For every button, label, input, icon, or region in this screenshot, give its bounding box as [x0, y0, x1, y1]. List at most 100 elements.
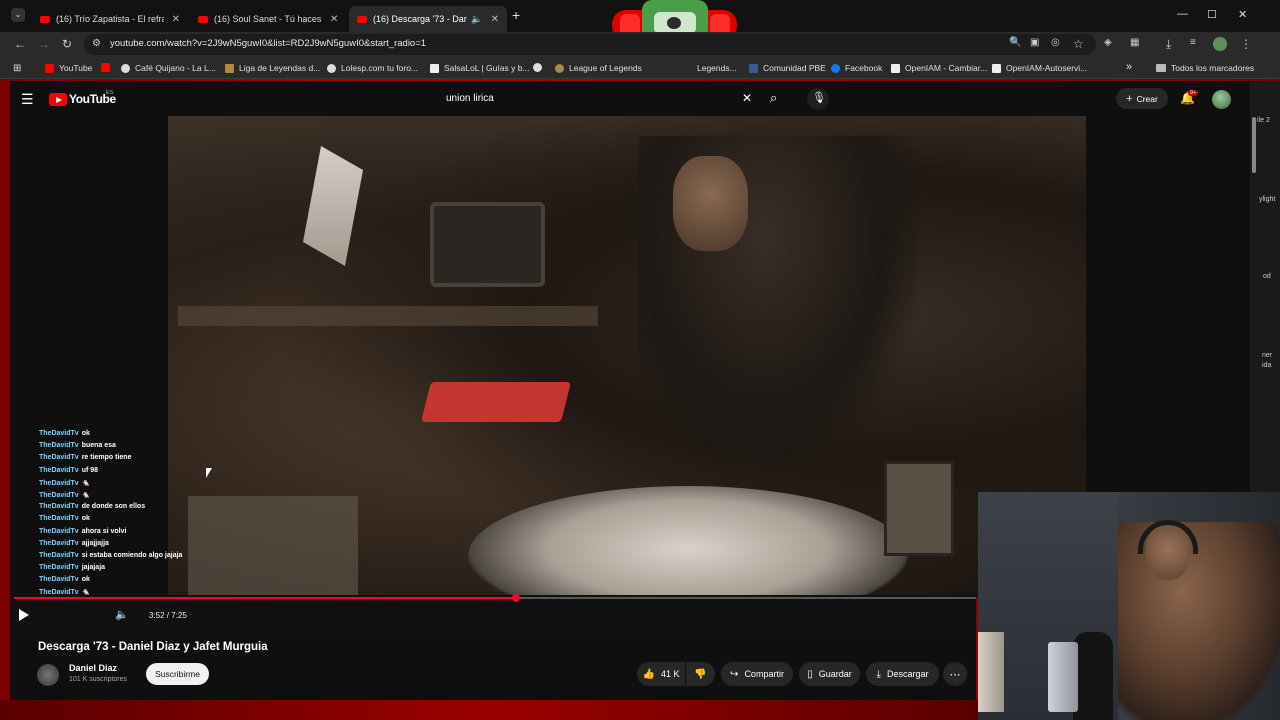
bookmark-lolesp[interactable]: Lolesp.com tu foro... — [327, 63, 418, 73]
more-actions-button[interactable]: ⋯ — [943, 662, 967, 686]
bookmark-youtube-2[interactable] — [101, 63, 115, 72]
chat-username: TheDavidTv — [39, 564, 79, 572]
account-avatar[interactable] — [1212, 90, 1231, 109]
close-icon[interactable]: ✕ — [172, 14, 180, 25]
new-tab-button[interactable]: + — [512, 7, 520, 23]
play-icon[interactable] — [19, 609, 29, 621]
zoom-icon[interactable]: 🔍 — [1009, 37, 1021, 48]
share-button[interactable]: ↪ Compartir — [721, 662, 793, 686]
chat-text: 🐁 — [81, 479, 91, 487]
close-window-icon[interactable]: ✕ — [1238, 8, 1247, 21]
close-icon[interactable]: ✕ — [330, 14, 338, 25]
apps-grid-icon[interactable]: ⊞ — [13, 63, 21, 74]
search-input[interactable]: union lirica — [446, 93, 494, 104]
chat-message: TheDavidTv de donde son ellos — [39, 503, 219, 515]
bookmark-comunidad-pbe[interactable]: Comunidad PBE — [749, 63, 826, 73]
region-code: ES — [106, 90, 114, 96]
clear-search-icon[interactable]: ✕ — [742, 91, 752, 105]
chat-username: TheDavidTv — [39, 527, 79, 535]
youtube-favicon-icon — [40, 15, 50, 23]
browser-tab-2[interactable]: (16) Soul Sanet - Tú haces que ✕ — [190, 6, 348, 32]
reload-icon[interactable]: ↻ — [62, 37, 72, 51]
bookmark-youtube[interactable]: YouTube — [45, 63, 92, 73]
youtube-favicon-icon — [357, 15, 367, 23]
side-fragment-text: od — [1263, 273, 1271, 280]
close-icon[interactable]: ✕ — [491, 14, 499, 25]
puzzle-icon[interactable]: ▦ — [1130, 37, 1139, 48]
back-icon[interactable]: ← — [14, 37, 26, 51]
chat-text: uf 98 — [81, 466, 99, 474]
bookmark-openiam-autoservicio[interactable]: OpenIAM-Autoservi... — [992, 63, 1087, 73]
create-button[interactable]: + Crear — [1116, 88, 1168, 109]
tab-search-button[interactable]: ⌄ — [11, 8, 25, 22]
extension-icon[interactable]: ◈ — [1104, 37, 1112, 48]
download-icon: ⤓ — [876, 668, 881, 680]
maximize-icon[interactable]: ☐ — [1207, 8, 1217, 21]
media-control-icon[interactable]: ≡ — [1190, 37, 1196, 48]
url-text[interactable]: youtube.com/watch?v=2J9wN5guwI0&list=RD2… — [110, 38, 426, 49]
channel-avatar[interactable] — [37, 664, 59, 686]
site-icon — [891, 63, 900, 73]
browser-tab-1[interactable]: (16) Trío Zapatista - El refranero ✕ — [32, 6, 188, 32]
video-player[interactable] — [168, 116, 1086, 598]
bookmark-liga-leyendas[interactable]: Liga de Leyendas d... — [225, 63, 320, 73]
youtube-favicon-icon — [198, 15, 208, 23]
webcam-can — [978, 632, 1004, 712]
like-button[interactable]: 👍 41 K — [637, 662, 685, 686]
download-icon[interactable]: ⤓ — [1166, 37, 1171, 52]
more-horiz-icon: ⋯ — [949, 668, 961, 681]
site-icon — [749, 63, 758, 73]
side-fragment-text: ylight — [1259, 196, 1276, 203]
channel-name[interactable]: Daniel Diaz — [69, 663, 117, 673]
browser-tab-3-active[interactable]: (16) Descarga '73 - Daniel D 🔈 ✕ — [349, 6, 507, 32]
globe-icon — [533, 63, 542, 72]
bookmark-globe[interactable] — [533, 63, 547, 72]
side-fragment-text: ile 2 — [1257, 117, 1270, 124]
subscribe-button[interactable]: Suscribirme — [146, 663, 209, 685]
chat-text: de donde son ellos — [81, 503, 146, 511]
eye-off-icon[interactable]: ◎ — [1051, 37, 1060, 48]
tab-title: (16) Trío Zapatista - El refranero — [56, 14, 164, 24]
bookmark-openiam-cambiar[interactable]: OpenIAM - Cambiar... — [891, 63, 987, 73]
bookmark-cafe-quijano[interactable]: Café Quijano - La L... — [121, 63, 216, 73]
video-frame-cowbell — [421, 382, 571, 422]
chat-text: re tiempo tiene — [81, 454, 132, 462]
facebook-icon — [831, 63, 840, 73]
bookmarks-overflow-button[interactable]: » — [1126, 61, 1132, 73]
tab-title: (16) Soul Sanet - Tú haces que — [214, 14, 322, 24]
side-fragment-text: ner — [1262, 352, 1273, 359]
subscriber-count: 101 K suscriptores — [69, 676, 127, 683]
save-button[interactable]: ▯ Guardar — [799, 662, 860, 686]
bookmark-league-of-legends[interactable]: League of Legends — [555, 63, 642, 73]
globe-icon — [327, 63, 336, 73]
page-scrollbar[interactable] — [1250, 117, 1258, 177]
install-icon[interactable]: ▣ — [1030, 37, 1039, 48]
browser-tab-strip: ⌄ (16) Trío Zapatista - El refranero ✕ (… — [0, 0, 1280, 72]
plus-icon: + — [1126, 92, 1133, 105]
chat-username: TheDavidTv — [39, 503, 79, 511]
bookmark-legends[interactable]: Legends... — [697, 63, 737, 73]
forward-icon[interactable]: → — [38, 37, 50, 51]
bookmark-salsalol[interactable]: SalsaLoL | Guías y b... — [430, 63, 530, 73]
video-title: Descarga '73 - Daniel Diaz y Jafet Murgu… — [38, 641, 268, 653]
all-bookmarks-folder[interactable]: Todos los marcadores — [1156, 63, 1254, 73]
bookmark-facebook[interactable]: Facebook — [831, 63, 882, 73]
chat-message: TheDavidTv jajajaja — [39, 564, 219, 576]
chat-username: TheDavidTv — [39, 466, 79, 474]
volume-icon[interactable]: 🔈 — [115, 608, 129, 621]
speaker-muted-icon[interactable]: 🔈 — [471, 14, 482, 25]
youtube-logo-icon[interactable] — [49, 93, 67, 106]
hamburger-menu-icon[interactable]: ☰ — [21, 91, 34, 108]
chat-message: TheDavidTv buena esa — [39, 442, 219, 454]
bookmark-star-icon[interactable]: ☆ — [1073, 37, 1084, 51]
site-info-icon[interactable]: ⚙ — [92, 38, 101, 49]
profile-avatar[interactable] — [1213, 37, 1227, 51]
search-icon[interactable]: ⌕ — [770, 90, 777, 106]
video-frame-portrait — [884, 461, 954, 556]
download-button[interactable]: ⤓ Descargar — [866, 662, 939, 686]
dislike-button[interactable]: 👎 — [686, 662, 715, 686]
chat-username: TheDavidTv — [39, 430, 79, 437]
menu-kebab-icon[interactable]: ⋮ — [1240, 37, 1252, 51]
video-frame-tv — [430, 202, 545, 287]
minimize-icon[interactable]: — — [1177, 8, 1188, 20]
